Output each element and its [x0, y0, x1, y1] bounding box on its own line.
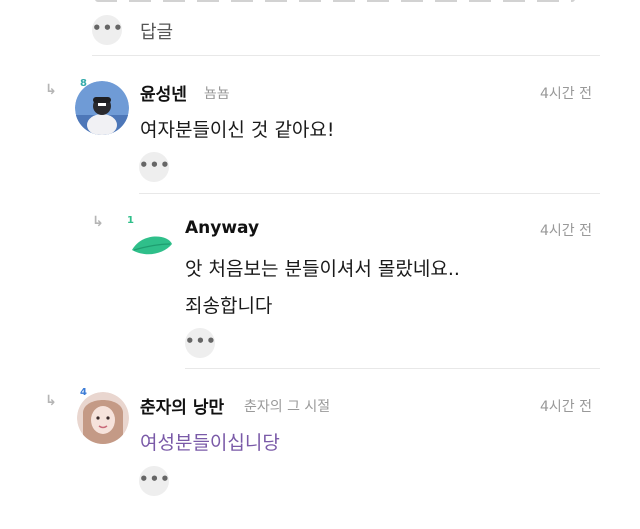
cut-off-text: [95, 0, 575, 2]
timestamp: 4시간 전: [540, 86, 592, 102]
author-subtitle: 뇸뇸: [204, 86, 230, 102]
author-name[interactable]: 춘자의 낭만: [140, 393, 224, 418]
more-options-button[interactable]: •••: [185, 328, 216, 358]
divider: [92, 55, 600, 56]
more-options-button[interactable]: •••: [139, 466, 170, 496]
leaf-avatar-icon[interactable]: [124, 220, 178, 274]
reply-label[interactable]: 답글: [140, 18, 173, 44]
more-options-button[interactable]: •••: [139, 152, 170, 182]
author-name[interactable]: 윤성넨: [140, 80, 187, 105]
timestamp: 4시간 전: [540, 223, 592, 239]
comment-text-line: 앗 처음보는 분들이셔서 몰랐네요..: [185, 258, 460, 280]
divider: [185, 368, 600, 369]
author-name[interactable]: Anyway: [185, 218, 259, 238]
reply-arrow-icon: ↳: [92, 214, 104, 230]
comment-text: 여성분들이십니당: [140, 432, 280, 454]
avatar[interactable]: [77, 392, 129, 444]
comment-text-line: 죄송합니다: [185, 295, 273, 317]
timestamp: 4시간 전: [540, 399, 592, 415]
comment-text: 여자분들이신 것 같아요!: [140, 119, 335, 141]
reply-arrow-icon: ↳: [45, 82, 57, 98]
author-subtitle: 춘자의 그 시절: [244, 399, 331, 415]
more-options-button[interactable]: •••: [92, 15, 123, 45]
avatar[interactable]: [75, 81, 129, 135]
divider: [139, 193, 600, 194]
level-badge: 4: [80, 387, 87, 398]
reply-arrow-icon: ↳: [45, 393, 57, 409]
